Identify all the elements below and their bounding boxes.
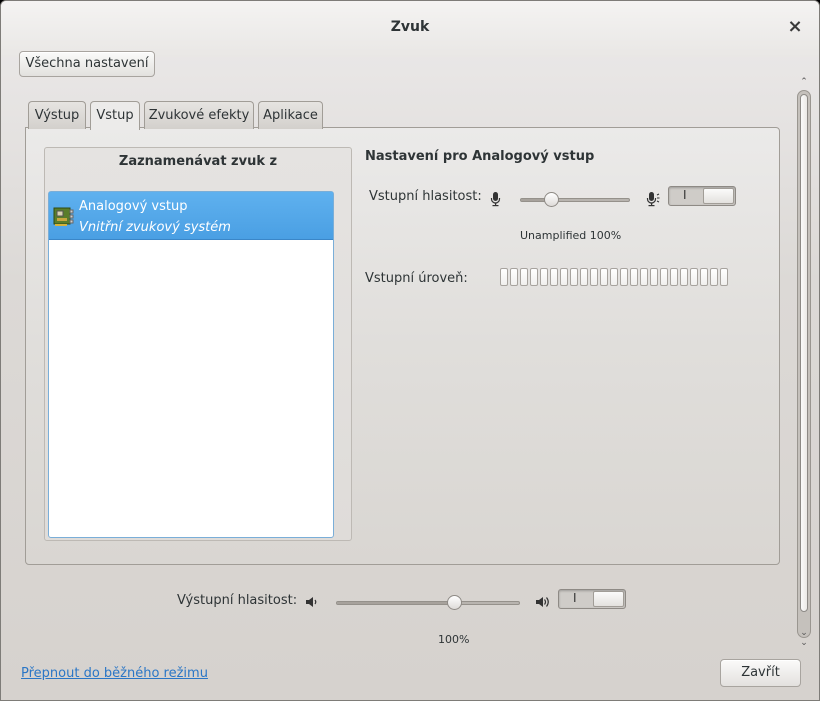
scroll-thumb[interactable] <box>800 94 808 612</box>
input-volume-value: Unamplified 100% <box>520 229 622 242</box>
level-segment <box>630 268 638 286</box>
close-button[interactable]: Zavřít <box>720 659 801 687</box>
level-segment <box>580 268 588 286</box>
level-segment <box>620 268 628 286</box>
level-segment <box>540 268 548 286</box>
tab-applications[interactable]: Aplikace <box>258 101 323 129</box>
device-frame: Zaznamenávat zvuk z Analogový vstup Vnit… <box>44 147 352 541</box>
level-segment <box>650 268 658 286</box>
window-title: Zvuk <box>390 19 430 35</box>
sound-card-icon <box>53 207 74 226</box>
input-volume-label: Vstupní hlasitost: <box>369 189 482 204</box>
level-segment <box>710 268 718 286</box>
mode-switch-link[interactable]: Přepnout do běžného režimu <box>21 666 208 681</box>
output-volume-label: Výstupní hlasitost: <box>177 593 298 608</box>
output-volume-fill <box>337 602 456 604</box>
level-segment <box>720 268 728 286</box>
window-close-icon[interactable]: × <box>787 17 803 37</box>
tab-sound-effects[interactable]: Zvukové efekty <box>144 101 254 129</box>
level-segment <box>700 268 708 286</box>
level-segment <box>670 268 678 286</box>
level-segment <box>680 268 688 286</box>
level-segment <box>610 268 618 286</box>
list-item[interactable]: Analogový vstup Vnitřní zvukový systém <box>49 192 333 240</box>
microphone-high-icon <box>646 192 660 207</box>
output-volume-knob[interactable] <box>447 595 463 610</box>
settings-heading: Nastavení pro Analogový vstup <box>365 149 595 164</box>
level-segment <box>510 268 518 286</box>
level-segment <box>690 268 698 286</box>
level-segment <box>600 268 608 286</box>
level-segment <box>590 268 598 286</box>
input-switch-knob[interactable] <box>703 188 734 204</box>
level-segment <box>560 268 568 286</box>
all-settings-button[interactable]: Všechna nastavení <box>19 51 155 77</box>
device-list[interactable]: Analogový vstup Vnitřní zvukový systém <box>48 191 334 538</box>
tab-input[interactable]: Vstup <box>90 101 140 130</box>
microphone-low-icon <box>490 192 501 207</box>
tab-output[interactable]: Výstup <box>28 101 86 129</box>
input-level-label: Vstupní úroveň: <box>365 271 468 286</box>
input-switch-on-label: I <box>683 188 687 202</box>
input-volume-slider[interactable] <box>520 192 630 207</box>
output-volume-slider[interactable] <box>336 595 520 610</box>
scroll-trough[interactable] <box>797 90 811 638</box>
speaker-low-icon <box>306 597 317 607</box>
scroll-up-icon[interactable]: ⌃ <box>799 78 809 87</box>
level-segment <box>520 268 528 286</box>
vertical-scrollbar[interactable]: ⌃ ⌄ ⌄ <box>796 76 812 651</box>
level-segment <box>530 268 538 286</box>
output-switch-knob[interactable] <box>593 591 624 607</box>
speaker-high-icon <box>536 597 549 607</box>
level-segment <box>660 268 668 286</box>
title-bar: Zvuk × <box>1 1 819 57</box>
output-volume-value: 100% <box>438 633 470 646</box>
input-level-meter <box>500 268 728 286</box>
level-segment <box>570 268 578 286</box>
input-mute-switch[interactable]: I <box>668 186 736 206</box>
output-switch-on-label: I <box>573 591 577 605</box>
scroll-down-end-icon[interactable]: ⌄ <box>799 639 809 648</box>
scroll-down-icon[interactable]: ⌄ <box>799 629 809 638</box>
sound-window: Zvuk × Všechna nastavení ⌃ ⌄ ⌄ Výstup Vs… <box>0 0 820 701</box>
device-name: Analogový vstup <box>79 199 188 214</box>
device-heading: Zaznamenávat zvuk z <box>118 154 278 169</box>
output-mute-switch[interactable]: I <box>558 589 626 609</box>
level-segment <box>500 268 508 286</box>
level-segment <box>640 268 648 286</box>
level-segment <box>550 268 558 286</box>
device-description: Vnitřní zvukový systém <box>79 220 231 235</box>
